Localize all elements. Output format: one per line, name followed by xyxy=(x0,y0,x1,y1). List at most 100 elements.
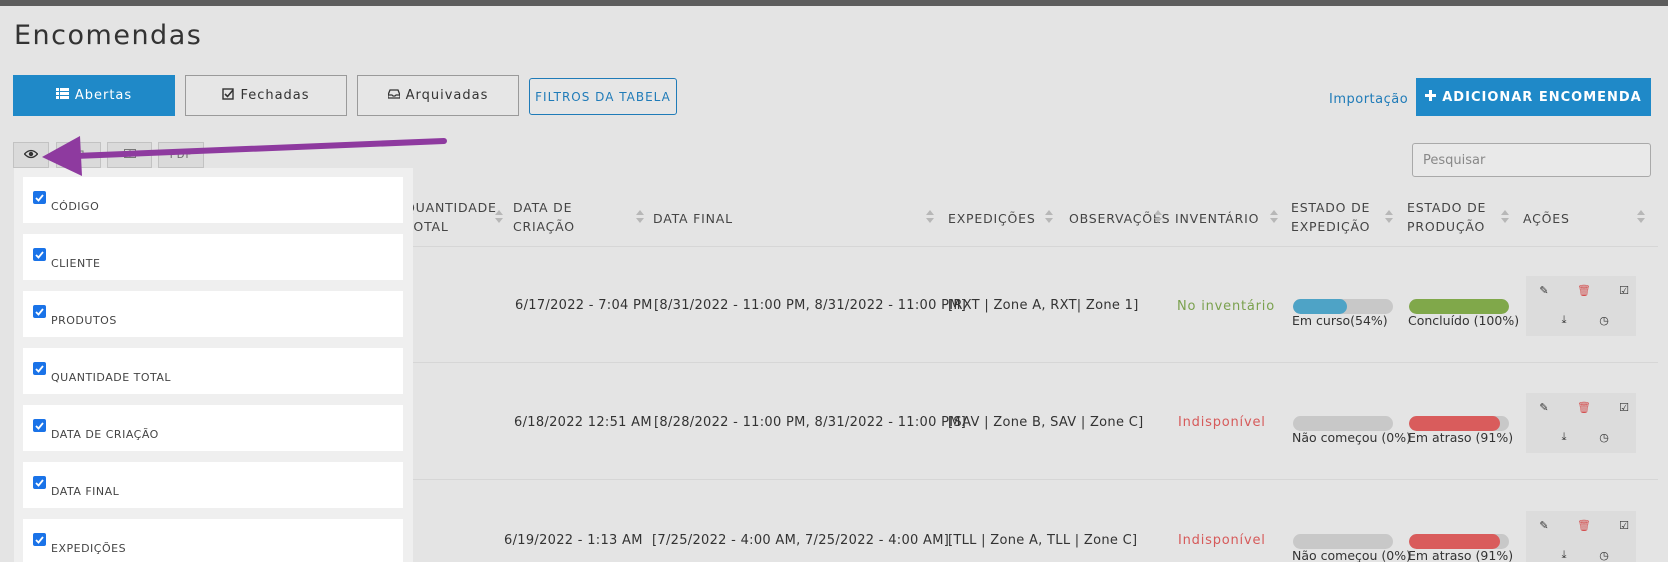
sort-icon[interactable] xyxy=(495,210,503,224)
pdf-export-button[interactable]: PDF xyxy=(158,142,204,168)
list-icon xyxy=(55,88,69,103)
check-square-icon[interactable]: ☑ xyxy=(1616,517,1632,533)
download-icon[interactable]: ⤓ xyxy=(1556,547,1572,562)
column-toggle-item[interactable]: CLIENTE xyxy=(23,234,403,280)
row-divider xyxy=(405,479,1658,480)
sort-icon[interactable] xyxy=(636,210,644,224)
column-visibility-button[interactable] xyxy=(13,142,49,168)
cell-data-final: [7/25/2022 - 4:00 AM, 7/25/2022 - 4:00 A… xyxy=(652,533,950,548)
trash-icon[interactable]: 🗑 xyxy=(1576,517,1592,533)
search-input[interactable] xyxy=(1412,143,1651,177)
header-expedicoes[interactable]: EXPEDIÇÕES xyxy=(948,209,1036,228)
cell-expedicoes: [TLL | Zone A, TLL | Zone C] xyxy=(948,533,1138,548)
checkbox[interactable] xyxy=(33,476,46,489)
column-toggle-label: CLIENTE xyxy=(51,257,101,270)
column-toggle-item[interactable]: DATA DE CRIAÇÃO xyxy=(23,405,403,451)
tab-abertas[interactable]: Abertas xyxy=(13,75,175,116)
header-line: CRIAÇÃO xyxy=(513,219,575,234)
expedition-progress-bar xyxy=(1293,534,1393,549)
header-estado-producao[interactable]: ESTADO DE PRODUÇÃO xyxy=(1407,198,1486,236)
header-line: EXPEDIÇÃO xyxy=(1291,219,1371,234)
edit-icon[interactable]: ✎ xyxy=(1536,399,1552,415)
cell-data-criacao: 6/17/2022 - 7:04 PM xyxy=(515,298,653,313)
excel-export-button[interactable] xyxy=(107,142,152,168)
download-icon[interactable]: ⤓ xyxy=(1556,429,1572,445)
clock-icon[interactable]: ◷ xyxy=(1596,547,1612,562)
header-data-criacao[interactable]: DATA DE CRIAÇÃO xyxy=(513,198,575,236)
check-square-icon xyxy=(222,87,235,104)
expedition-status-label: Não começou (0%) xyxy=(1292,548,1412,562)
row-divider xyxy=(405,246,1658,247)
column-toggle-item[interactable]: EXPEDIÇÕES xyxy=(23,519,403,562)
copy-button[interactable] xyxy=(56,142,101,168)
checkbox[interactable] xyxy=(33,533,46,546)
checkbox[interactable] xyxy=(33,305,46,318)
header-acoes: AÇÕES xyxy=(1523,211,1570,226)
cell-data-final: [8/31/2022 - 11:00 PM, 8/31/2022 - 11:00… xyxy=(654,298,967,313)
eye-icon xyxy=(23,149,39,162)
header-line: QUANTIDADE xyxy=(405,200,497,215)
table-icon xyxy=(123,149,136,161)
check-square-icon[interactable]: ☑ xyxy=(1616,399,1632,415)
edit-icon[interactable]: ✎ xyxy=(1536,517,1552,533)
column-toggle-item[interactable]: CÓDIGO xyxy=(23,177,403,223)
sort-icon[interactable] xyxy=(926,210,934,224)
tab-label: Arquivadas xyxy=(405,88,489,103)
trash-icon[interactable]: 🗑 xyxy=(1576,399,1592,415)
column-toggle-item[interactable]: PRODUTOS xyxy=(23,291,403,337)
sort-icon[interactable] xyxy=(1270,210,1278,224)
column-toggle-item[interactable]: QUANTIDADE TOTAL xyxy=(23,348,403,394)
progress-fill xyxy=(1409,416,1500,431)
page-title: Encomendas xyxy=(14,20,203,51)
import-link[interactable]: Importação xyxy=(1329,92,1408,107)
table-filters-button[interactable]: FILTROS DA TABELA xyxy=(529,78,677,115)
sort-icon[interactable] xyxy=(1501,210,1509,224)
edit-icon[interactable]: ✎ xyxy=(1536,282,1552,298)
sort-icon[interactable] xyxy=(1154,210,1162,224)
production-progress-bar xyxy=(1409,299,1509,314)
cell-expedicoes: [RXT | Zone A, RXT| Zone 1] xyxy=(948,298,1139,313)
add-order-button[interactable]: ADICIONAR ENCOMENDA xyxy=(1416,78,1651,116)
clock-icon[interactable]: ◷ xyxy=(1596,429,1612,445)
cell-data-criacao: 6/19/2022 - 1:13 AM xyxy=(504,533,643,548)
cell-inventario: No inventário xyxy=(1177,299,1275,314)
header-line: DATA DE xyxy=(513,200,573,215)
production-progress-bar xyxy=(1409,416,1509,431)
sort-icon[interactable] xyxy=(1385,210,1393,224)
header-inventario[interactable]: INVENTÁRIO xyxy=(1175,209,1259,228)
cell-inventario: Indisponível xyxy=(1178,415,1266,430)
header-data-final[interactable]: DATA FINAL xyxy=(653,209,733,228)
clock-icon[interactable]: ◷ xyxy=(1596,312,1612,328)
tab-fechadas[interactable]: Fechadas xyxy=(185,75,347,116)
header-line: TOTAL xyxy=(405,219,449,234)
checkbox[interactable] xyxy=(33,362,46,375)
progress-fill xyxy=(1409,299,1509,314)
trash-icon[interactable]: 🗑 xyxy=(1576,282,1592,298)
cell-data-final: [8/28/2022 - 11:00 PM, 8/31/2022 - 11:00… xyxy=(654,415,967,430)
download-icon[interactable]: ⤓ xyxy=(1556,312,1572,328)
checkbox[interactable] xyxy=(33,191,46,204)
sort-icon[interactable] xyxy=(1045,210,1053,224)
header-line: ESTADO DE xyxy=(1407,200,1487,215)
column-toggle-label: EXPEDIÇÕES xyxy=(51,542,127,555)
row-divider xyxy=(405,362,1658,363)
sort-icon[interactable] xyxy=(1637,210,1645,224)
tab-arquivadas[interactable]: Arquivadas xyxy=(357,75,519,116)
check-square-icon[interactable]: ☑ xyxy=(1616,282,1632,298)
expedition-progress-bar xyxy=(1293,299,1393,314)
column-toggle-label: DATA FINAL xyxy=(51,485,120,498)
add-order-label: ADICIONAR ENCOMENDA xyxy=(1442,89,1642,105)
cell-expedicoes: [SAV | Zone B, SAV | Zone C] xyxy=(948,415,1144,430)
expedition-status-label: Em curso(54%) xyxy=(1292,313,1388,328)
header-quantidade-total[interactable]: QUANTIDADE TOTAL xyxy=(405,198,497,236)
checkbox[interactable] xyxy=(33,248,46,261)
header-estado-expedicao[interactable]: ESTADO DE EXPEDIÇÃO xyxy=(1291,198,1370,236)
column-toggle-item[interactable]: DATA FINAL xyxy=(23,462,403,508)
tab-label: Fechadas xyxy=(240,88,310,103)
column-toggle-label: CÓDIGO xyxy=(51,200,100,213)
production-status-label: Em atraso (91%) xyxy=(1408,430,1514,445)
checkbox[interactable] xyxy=(33,419,46,432)
production-progress-bar xyxy=(1409,534,1509,549)
plus-icon xyxy=(1425,89,1437,105)
cell-data-criacao: 6/18/2022 12:51 AM xyxy=(514,415,652,430)
